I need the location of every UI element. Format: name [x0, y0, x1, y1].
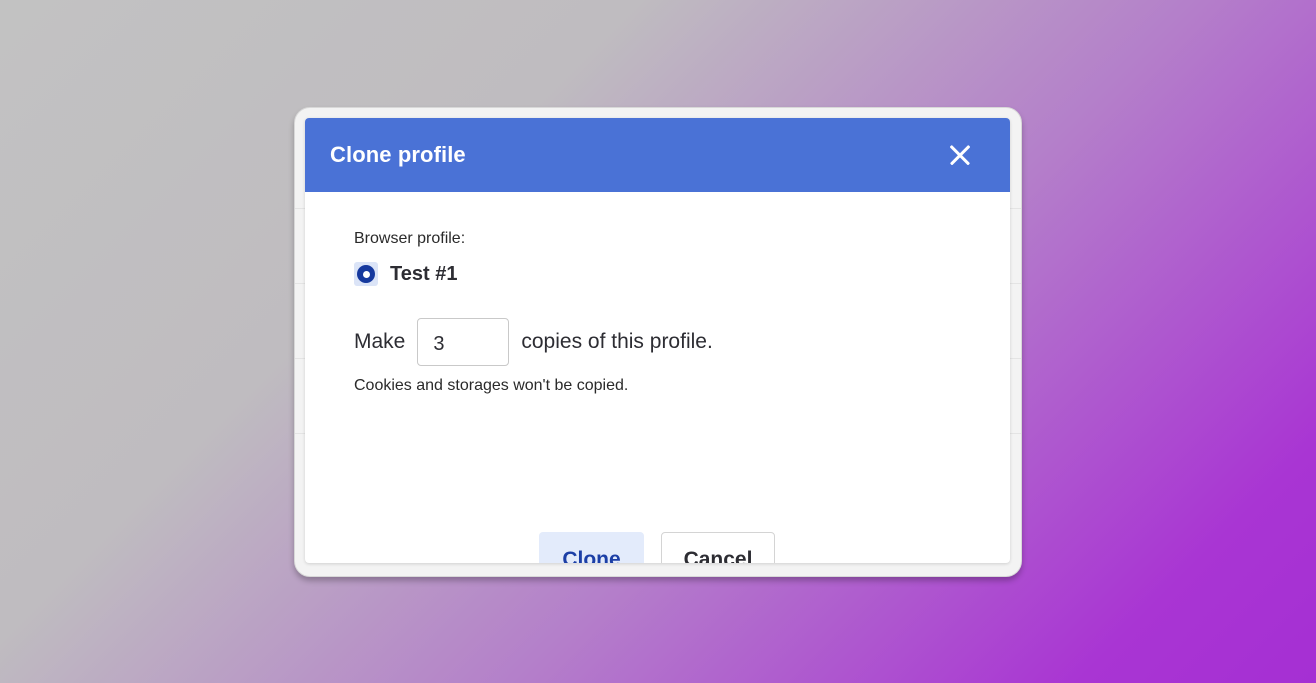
copies-row: Make copies of this profile. [354, 318, 713, 366]
dialog-title: Clone profile [330, 142, 466, 167]
cancel-button[interactable]: Cancel [661, 532, 775, 563]
dialog-body: Browser profile: Test #1 Make copies of … [305, 192, 1010, 563]
profile-option-label: Test #1 [390, 262, 458, 285]
clone-button[interactable]: Clone [539, 532, 644, 563]
close-icon[interactable] [946, 141, 974, 169]
cookies-note: Cookies and storages won't be copied. [354, 377, 629, 394]
radio-selected-icon [357, 265, 375, 283]
dialog-header: Clone profile [305, 118, 1010, 192]
clone-profile-dialog: Clone profile Browser profile: Test #1 M… [305, 118, 1010, 563]
profile-radio-option[interactable]: Test #1 [354, 262, 457, 286]
copies-count-input[interactable] [417, 318, 510, 366]
browser-profile-label: Browser profile: [354, 230, 466, 247]
radio-button[interactable] [354, 262, 378, 286]
copies-suffix: copies of this profile. [521, 330, 713, 353]
copies-prefix: Make [354, 330, 406, 353]
